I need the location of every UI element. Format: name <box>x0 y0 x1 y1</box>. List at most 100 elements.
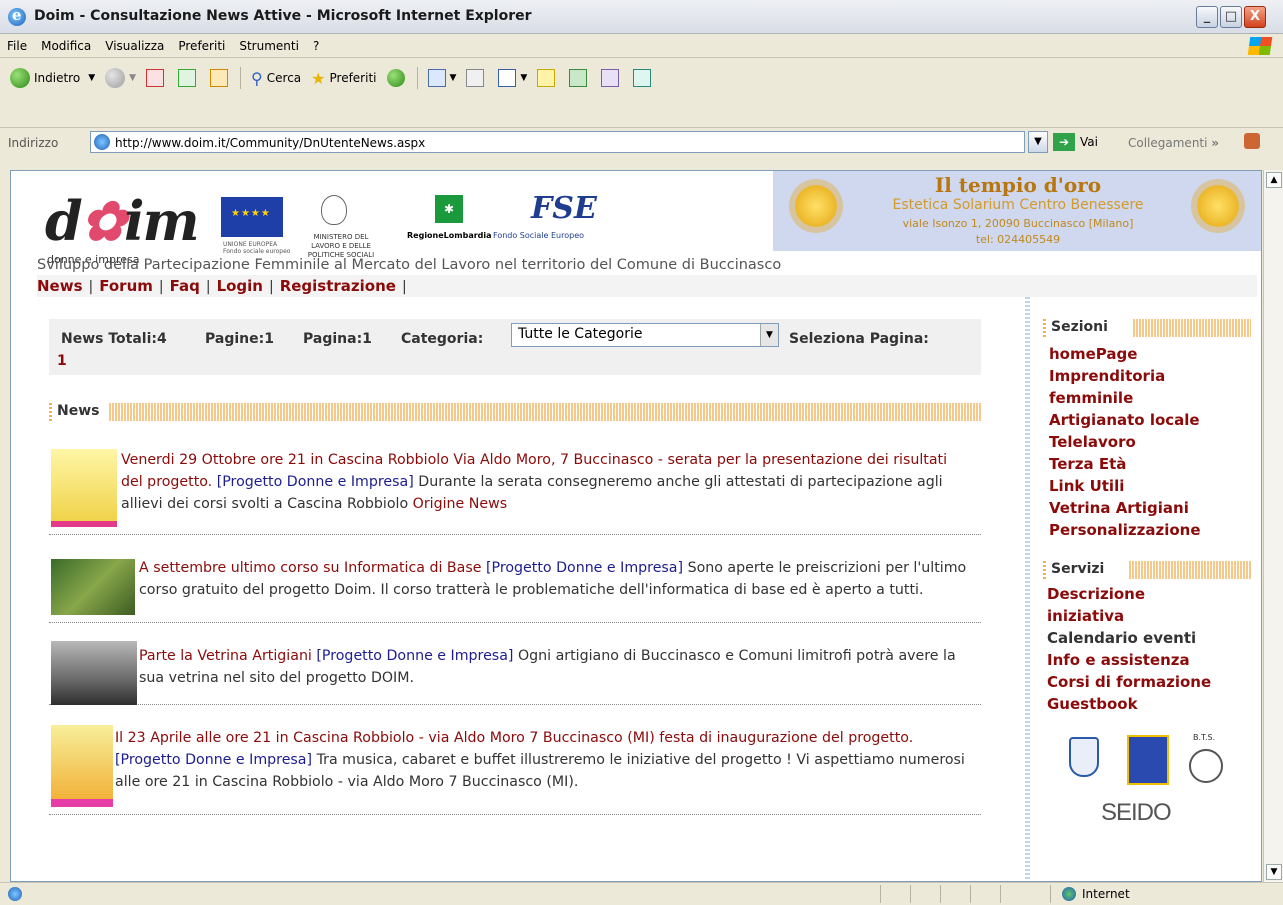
go-arrow-icon: ➔ <box>1053 133 1075 151</box>
sidebar-item-telelavoro[interactable]: Telelavoro <box>1047 431 1257 453</box>
nav-faq[interactable]: Faq <box>170 277 200 295</box>
menu-modifica[interactable]: Modifica <box>34 34 98 53</box>
news-text: Parte la Vetrina Artigiani [Progetto Don… <box>139 645 971 689</box>
minimize-button[interactable]: _ <box>1196 6 1218 28</box>
sidebar-item-homepage[interactable]: homePage <box>1047 343 1257 365</box>
news-project-link[interactable]: [Progetto Donne e Impresa] <box>217 474 414 490</box>
search-button[interactable]: ⚲ Cerca <box>251 69 301 88</box>
category-select[interactable]: Tutte le Categorie ▼ <box>511 323 779 347</box>
back-button[interactable]: Indietro ▼ <box>10 68 95 88</box>
bts-logo-icon[interactable] <box>1189 749 1223 783</box>
sidebar-item-guestbook[interactable]: Guestbook <box>1047 693 1257 715</box>
sidebar-item-corsi[interactable]: Corsi di formazione <box>1047 671 1257 693</box>
chevron-down-icon[interactable]: ▼ <box>760 324 778 346</box>
toolbar-separator <box>240 67 242 89</box>
research-button[interactable] <box>601 69 623 87</box>
vertical-scrollbar[interactable]: ▲ ▼ <box>1263 170 1283 882</box>
menu-visualizza[interactable]: Visualizza <box>98 34 171 53</box>
edit-button[interactable]: ▼ <box>498 69 527 87</box>
stop-button[interactable] <box>146 69 168 87</box>
news-title-link[interactable]: A settembre ultimo corso su Informatica … <box>139 560 481 576</box>
stop-icon <box>146 69 165 87</box>
print-button[interactable] <box>466 69 488 87</box>
sidebar-item-info[interactable]: Info e assistenza <box>1047 649 1257 671</box>
nav-login[interactable]: Login <box>217 277 263 295</box>
menu-file[interactable]: File <box>0 34 34 53</box>
page-status-icon <box>8 887 22 901</box>
refresh-button[interactable] <box>178 69 200 87</box>
address-input[interactable]: http://www.doim.it/Community/DnUtenteNew… <box>90 131 1025 153</box>
sidebar-item-vetrina[interactable]: Vetrina Artigiani <box>1047 497 1257 519</box>
mail-button[interactable]: ▼ <box>427 69 456 87</box>
fse-logo: FSE <box>531 191 597 226</box>
centro-lavoro-logo-icon[interactable] <box>1127 735 1169 785</box>
favorites-label: Preferiti <box>329 71 377 85</box>
back-arrow-icon <box>10 68 30 88</box>
news-project-link[interactable]: [Progetto Donne e Impresa] <box>115 752 312 768</box>
toolbar-separator <box>416 67 418 89</box>
sidebar-item-calendario[interactable]: Calendario eventi <box>1047 627 1257 649</box>
home-button[interactable] <box>210 69 232 87</box>
menu-preferiti[interactable]: Preferiti <box>171 34 232 53</box>
sidebar-item-personalizzazione[interactable]: Personalizzazione <box>1047 519 1257 541</box>
address-bar: Indirizzo http://www.doim.it/Community/D… <box>0 128 1283 156</box>
forward-button[interactable]: ▼ <box>105 68 136 88</box>
sidebar-item-link-utili[interactable]: Link Utili <box>1047 475 1257 497</box>
security-zone[interactable]: Internet <box>1062 887 1130 901</box>
sidebar-item-artigianato[interactable]: Artigianato locale <box>1047 409 1257 431</box>
status-divider <box>1000 885 1001 903</box>
news-title-link[interactable]: Parte la Vetrina Artigiani <box>139 648 312 664</box>
history-button[interactable] <box>386 69 409 87</box>
back-dropdown-icon[interactable]: ▼ <box>88 73 95 83</box>
coat-of-arms-icon[interactable] <box>1069 737 1099 777</box>
links-toolbar[interactable]: Collegamenti » <box>1128 136 1219 150</box>
news-thumbnail[interactable] <box>51 641 137 705</box>
news-thumbnail[interactable] <box>51 559 135 615</box>
nav-registrazione[interactable]: Registrazione <box>280 277 396 295</box>
sidebar-item-imprenditoria[interactable]: Imprenditoria femminile <box>1047 365 1197 409</box>
ad-banner[interactable]: Il tempio d'oro Estetica Solarium Centro… <box>773 171 1261 251</box>
page-link-1[interactable]: 1 <box>57 353 67 369</box>
maximize-button[interactable]: □ <box>1220 6 1242 28</box>
menu-strumenti[interactable]: Strumenti <box>232 34 306 53</box>
refresh-icon <box>178 69 197 87</box>
extra-button[interactable] <box>633 69 655 87</box>
section-marker <box>1043 561 1046 579</box>
nav-forum[interactable]: Forum <box>99 277 153 295</box>
news-thumbnail[interactable] <box>51 449 117 527</box>
discuss-button[interactable] <box>537 69 559 87</box>
scroll-down-icon[interactable]: ▼ <box>1266 864 1282 880</box>
services-header: Servizi <box>1043 561 1251 579</box>
menu-help[interactable]: ? <box>306 34 326 53</box>
status-bar: Internet <box>0 882 1283 905</box>
news-thumbnail[interactable] <box>51 725 113 807</box>
nav-news[interactable]: News <box>37 277 83 295</box>
address-dropdown-icon[interactable]: ▼ <box>1028 131 1048 153</box>
links-chevron-icon[interactable]: » <box>1211 136 1219 150</box>
news-title-link[interactable]: Il 23 Aprile alle ore 21 in Cascina Robb… <box>115 730 913 746</box>
pdf-toolbar-icon[interactable] <box>1244 133 1260 149</box>
home-icon <box>210 69 229 87</box>
seido-logo[interactable]: SEIDO <box>1101 799 1172 827</box>
favorites-button[interactable]: ★ Preferiti <box>311 69 376 88</box>
news-text: A settembre ultimo corso su Informatica … <box>139 557 971 601</box>
bts-caption: B.T.S. <box>1193 733 1216 742</box>
scroll-up-icon[interactable]: ▲ <box>1266 172 1282 188</box>
news-origin-link[interactable]: Origine News <box>413 496 507 512</box>
ie-icon <box>8 6 26 26</box>
close-button[interactable]: X <box>1244 6 1266 28</box>
category-label: Categoria: <box>401 331 484 347</box>
news-item: Parte la Vetrina Artigiani [Progetto Don… <box>49 641 981 705</box>
doim-logo[interactable]: d✿im <box>45 189 200 253</box>
nav-separator: | <box>88 279 94 295</box>
sidebar-item-descrizione[interactable]: Descrizione iniziativa <box>1047 583 1187 627</box>
word-icon <box>498 69 517 87</box>
messenger-button[interactable] <box>569 69 591 87</box>
forward-dropdown-icon[interactable]: ▼ <box>129 73 136 83</box>
news-project-link[interactable]: [Progetto Donne e Impresa] <box>316 648 513 664</box>
go-button[interactable]: ➔ Vai <box>1053 133 1098 151</box>
news-project-link[interactable]: [Progetto Donne e Impresa] <box>486 560 683 576</box>
sidebar-item-terza-eta[interactable]: Terza Età <box>1047 453 1257 475</box>
status-divider <box>940 885 941 903</box>
links-label: Collegamenti <box>1128 136 1208 150</box>
